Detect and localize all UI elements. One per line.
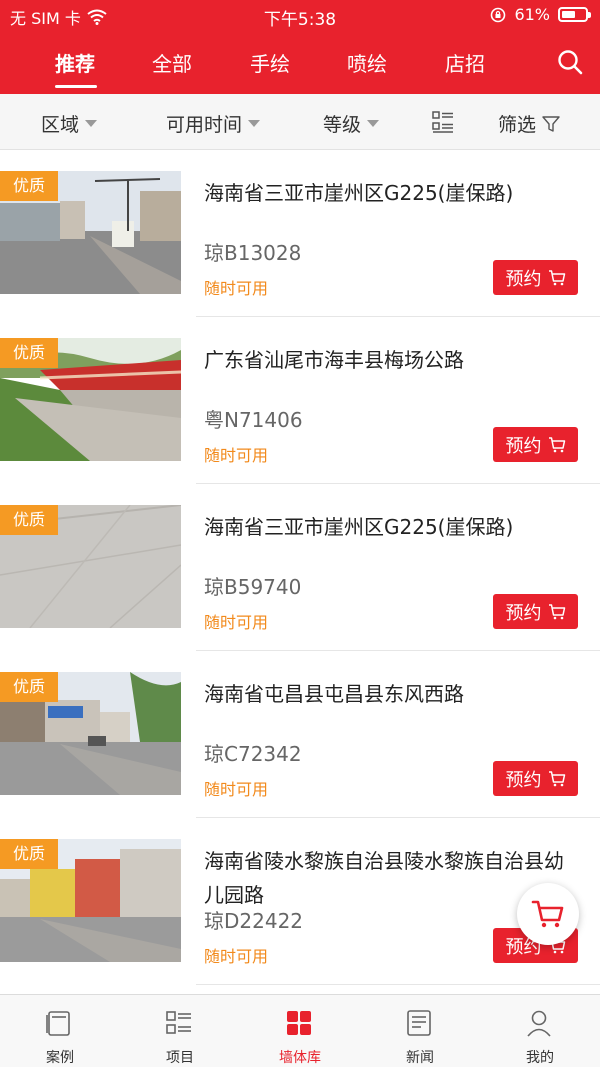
nav-label: 项目 <box>166 1050 194 1066</box>
bottom-nav: 案例 项目 墙体库 新闻 我的 <box>0 994 600 1067</box>
tab-hand-painted[interactable]: 手绘 <box>250 48 290 77</box>
quality-badge: 优质 <box>0 672 58 702</box>
project-icon <box>166 1011 191 1034</box>
book-button[interactable]: 预约 <box>493 427 578 462</box>
tab-shop-sign[interactable]: 店招 <box>445 48 485 77</box>
quality-badge: 优质 <box>0 338 58 368</box>
funnel-icon <box>542 115 560 132</box>
item-photo: 优质 <box>0 171 181 294</box>
battery-percent: 61% <box>514 5 550 24</box>
caret-down-icon <box>367 120 380 127</box>
book-button-label: 预约 <box>505 435 542 457</box>
list-item[interactable]: 优质 广东省汕尾市海丰县梅场公路 粤N71406 随时可用 预约 <box>0 317 600 484</box>
book-button-label: 预约 <box>505 602 542 624</box>
quality-badge: 优质 <box>0 171 58 201</box>
rotation-lock-icon <box>491 7 506 22</box>
list-item[interactable]: 优质 海南省屯昌县屯昌县东风西路 琼C72342 随时可用 预约 <box>0 651 600 818</box>
caret-down-icon <box>85 120 98 127</box>
active-tab-indicator <box>55 85 97 88</box>
nav-label: 我的 <box>526 1050 554 1066</box>
tab-recommended[interactable]: 推荐 <box>55 48 95 77</box>
book-button[interactable]: 预约 <box>493 761 578 796</box>
quality-badge: 优质 <box>0 839 58 869</box>
battery-icon <box>558 7 591 22</box>
nav-profile[interactable]: 我的 <box>480 995 600 1067</box>
list-item[interactable]: 优质 海南省三亚市崖州区G225(崖保路) 琼B13028 随时可用 预约 <box>0 150 600 317</box>
filter-button-label: 筛选 <box>498 114 537 136</box>
tab-all[interactable]: 全部 <box>152 48 192 77</box>
book-button[interactable]: 预约 <box>493 594 578 629</box>
quality-badge: 优质 <box>0 505 58 535</box>
filter-button[interactable]: 筛选 <box>498 110 560 137</box>
region-filter-label: 区域 <box>41 114 80 136</box>
item-availability: 随时可用 <box>204 947 269 966</box>
item-availability: 随时可用 <box>204 446 269 465</box>
item-plate: 琼B59740 <box>204 575 302 599</box>
cart-icon <box>548 770 565 786</box>
item-divider <box>196 984 600 985</box>
region-filter[interactable]: 区域 <box>41 110 98 137</box>
grade-filter-label: 等级 <box>323 114 362 136</box>
item-title: 广东省汕尾市海丰县梅场公路 <box>204 348 464 372</box>
search-icon[interactable] <box>556 48 584 76</box>
book-button-label: 预约 <box>505 268 542 290</box>
item-title: 海南省三亚市崖州区G225(崖保路) <box>204 515 514 539</box>
item-plate: 琼D22422 <box>204 909 304 933</box>
item-plate: 琼C72342 <box>204 742 302 766</box>
item-photo: 优质 <box>0 839 181 962</box>
caret-down-icon <box>248 120 261 127</box>
list-view-icon[interactable] <box>432 111 454 133</box>
case-icon <box>46 1011 70 1036</box>
cart-icon <box>548 436 565 452</box>
item-photo: 优质 <box>0 672 181 795</box>
nav-wall-library[interactable]: 墙体库 <box>240 995 360 1067</box>
item-title: 海南省屯昌县屯昌县东风西路 <box>204 682 464 706</box>
category-tabs: 推荐 全部 手绘 喷绘 店招 <box>0 40 600 94</box>
profile-icon <box>527 1010 551 1037</box>
cart-icon <box>548 269 565 285</box>
cart-icon <box>548 603 565 619</box>
tab-spray-painted[interactable]: 喷绘 <box>347 48 387 77</box>
header: 无 SIM 卡 下午5:38 61% 推荐 全部 手绘 喷绘 店招 <box>0 0 600 94</box>
nav-label: 墙体库 <box>279 1050 321 1066</box>
item-plate: 粤N71406 <box>204 408 303 432</box>
available-time-filter[interactable]: 可用时间 <box>166 110 261 137</box>
status-bar: 无 SIM 卡 下午5:38 61% <box>0 0 600 30</box>
list-item[interactable]: 优质 海南省陵水黎族自治县陵水黎族自治县幼儿园路 琼D22422 随时可用 预约 <box>0 818 600 985</box>
shopping-cart-icon <box>531 900 564 928</box>
item-plate: 琼B13028 <box>204 241 302 265</box>
nav-label: 新闻 <box>406 1050 434 1066</box>
item-availability: 随时可用 <box>204 279 269 298</box>
news-icon <box>407 1010 431 1036</box>
nav-project[interactable]: 项目 <box>120 995 240 1067</box>
grade-filter[interactable]: 等级 <box>323 110 380 137</box>
list-item[interactable]: 优质 海南省三亚市崖州区G225(崖保路) 琼B59740 随时可用 预约 <box>0 484 600 651</box>
item-photo: 优质 <box>0 338 181 461</box>
item-availability: 随时可用 <box>204 613 269 632</box>
nav-label: 案例 <box>46 1050 74 1066</box>
wall-library-icon <box>287 1011 311 1035</box>
nav-news[interactable]: 新闻 <box>360 995 480 1067</box>
filter-bar: 区域 可用时间 等级 筛选 <box>0 94 600 150</box>
floating-cart-button[interactable] <box>517 883 579 945</box>
available-time-filter-label: 可用时间 <box>166 114 243 136</box>
book-button[interactable]: 预约 <box>493 260 578 295</box>
nav-case[interactable]: 案例 <box>0 995 120 1067</box>
item-title: 海南省三亚市崖州区G225(崖保路) <box>204 181 514 205</box>
status-right: 61% <box>490 5 591 24</box>
item-photo: 优质 <box>0 505 181 628</box>
item-availability: 随时可用 <box>204 780 269 799</box>
book-button-label: 预约 <box>505 769 542 791</box>
battery-fill <box>562 11 576 18</box>
